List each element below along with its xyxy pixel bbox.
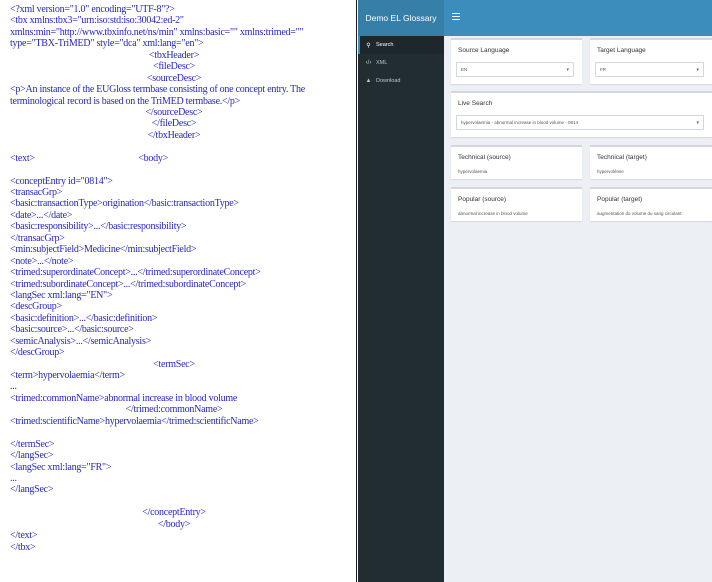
live-search-select[interactable]: hypervolaemia - abnormal increase in blo… — [456, 115, 704, 130]
xml-line: </text> — [10, 530, 38, 542]
xml-line: </transacGrp> — [10, 232, 65, 244]
xml-line: <basic:responsibility>...</basic:respons… — [10, 221, 187, 233]
target-language-value: FR — [600, 67, 606, 72]
live-search-value: hypervolaemia - abnormal increase in blo… — [461, 120, 579, 125]
xml-line: type="TBX-TriMED" style="dca" xml:lang="… — [10, 38, 204, 50]
xml-line: terminological record is based on the Tr… — [10, 95, 241, 107]
search-icon: ⚲ — [366, 42, 371, 49]
top-navbar — [444, 0, 712, 36]
glossary-app: Demo EL Glossary ⚲ Search ‹/› XML ▲ Down… — [358, 0, 712, 582]
popular-target-value: augmentation du volume du sang circulant — [597, 211, 682, 216]
xml-line: <date>...</date> — [10, 209, 73, 221]
xml-line: <trimed:scientificName>hypervolaemia</tr… — [10, 415, 259, 427]
xml-line: </langSec> — [10, 450, 54, 462]
xml-line: </fileDesc> — [151, 118, 197, 130]
xml-line: <semicAnalysis>...</semicAnalysis> — [10, 335, 151, 347]
source-language-box: Source Language EN ▾ — [451, 38, 582, 84]
xml-line: </body> — [157, 518, 191, 530]
xml-line: <langSec xml:lang="FR"> — [10, 461, 112, 473]
source-language-label: Source Language — [458, 47, 510, 54]
xml-line: <fileDesc> — [152, 61, 196, 73]
xml-line: </langSec> — [10, 484, 54, 496]
sidebar-item-label: Search — [376, 42, 394, 48]
popular-source-value: abnormal increase in blood volume — [458, 211, 528, 216]
xml-line: ... — [10, 472, 17, 484]
xml-line: <p>An instance of the EUGloss termbase c… — [10, 84, 305, 96]
xml-line — [10, 164, 356, 175]
technical-source-label: Technical (source) — [458, 154, 511, 161]
chevron-down-icon: ▾ — [696, 67, 699, 73]
sidebar-item-search[interactable]: ⚲ Search — [358, 36, 444, 54]
xml-line: xmlns:min="http://www.tbxinfo.net/ns/min… — [10, 26, 304, 38]
xml-document-panel: <?xml version="1.0" encoding="UTF-8"?> <t… — [0, 0, 357, 582]
xml-line — [10, 427, 356, 438]
xml-line: <descGroup> — [10, 301, 62, 313]
target-language-box: Target Language FR ▾ — [590, 38, 712, 84]
xml-line: <sourceDesc> — [146, 72, 202, 84]
technical-target-box: Technical (target) hypervolémie — [590, 145, 712, 179]
xml-line: </tbx> — [10, 541, 36, 553]
target-language-select[interactable]: FR ▾ — [595, 62, 704, 77]
xml-line: <trimed:superordinateConcept>...</trimed… — [10, 267, 261, 279]
xml-line: <trimed:subordinateConcept>...</trimed:s… — [10, 278, 247, 290]
xml-line: <basic:transactionType>origination</basi… — [10, 198, 239, 210]
sidebar-item-label: XML — [376, 60, 388, 66]
xml-line: </trimed:commonName> — [125, 404, 223, 416]
xml-line: <trimed:commonName>abnormal increase in … — [10, 392, 238, 404]
xml-line: <text> <body> — [10, 152, 169, 164]
xml-line: <?xml version="1.0" encoding="UTF-8"?> — [10, 4, 175, 15]
sidebar-item-download[interactable]: ▲ Download — [358, 72, 444, 90]
popular-source-label: Popular (source) — [458, 196, 507, 203]
code-icon: ‹/› — [365, 60, 372, 66]
xml-line: <langSec xml:lang="EN"> — [10, 289, 113, 301]
menu-toggle-icon[interactable] — [452, 13, 460, 21]
xml-line — [10, 141, 356, 152]
xml-line: </conceptEntry> — [142, 507, 206, 519]
xml-line: <conceptEntry id="0814"> — [10, 175, 113, 187]
xml-line: <termSec> — [153, 358, 195, 370]
xml-line: </descGroup> — [10, 347, 65, 359]
source-language-value: EN — [461, 67, 468, 72]
xml-line: <term>hypervolaemia</term> — [10, 370, 125, 381]
app-logo[interactable]: Demo EL Glossary — [358, 0, 444, 36]
technical-source-box: Technical (source) hypervolaemia — [451, 145, 582, 179]
xml-line: </tbxHeader> — [147, 129, 201, 141]
technical-target-value: hypervolémie — [597, 169, 624, 174]
chevron-down-icon: ▾ — [696, 120, 699, 126]
technical-source-value: hypervolaemia — [458, 169, 488, 174]
popular-target-box: Popular (target) augmentation du volume … — [590, 187, 712, 221]
xml-line: <basic:definition>...</basic:definition> — [10, 312, 158, 324]
target-language-label: Target Language — [597, 47, 646, 54]
sidebar-item-xml[interactable]: ‹/› XML — [358, 54, 444, 72]
xml-line: </termSec> — [10, 438, 55, 450]
sidebar-item-label: Download — [376, 78, 401, 84]
xml-line: <tbxHeader> — [148, 49, 200, 61]
xml-line: <min:subjectField>Medicine</min:subjectF… — [10, 244, 197, 256]
xml-line: <note>...</note> — [10, 255, 74, 267]
source-language-select[interactable]: EN ▾ — [456, 62, 574, 77]
xml-line: <basic:source>...</basic:source> — [10, 324, 134, 336]
download-icon: ▲ — [365, 78, 372, 84]
live-search-label: Live Search — [458, 100, 493, 107]
xml-line: ... — [10, 381, 17, 393]
xml-line: <tbx xmlns:tbx3="urn:iso:std:iso:30042:e… — [10, 15, 184, 27]
live-search-box: Live Search hypervolaemia - abnormal inc… — [451, 91, 712, 137]
xml-line — [10, 496, 356, 507]
sidebar: Demo EL Glossary ⚲ Search ‹/› XML ▲ Down… — [358, 0, 444, 582]
xml-line: <transacGrp> — [10, 187, 63, 198]
popular-source-box: Popular (source) abnormal increase in bl… — [451, 187, 582, 221]
technical-target-label: Technical (target) — [597, 154, 647, 161]
popular-target-label: Popular (target) — [597, 196, 643, 203]
chevron-down-icon: ▾ — [566, 67, 569, 73]
xml-line: </sourceDesc> — [145, 106, 203, 118]
